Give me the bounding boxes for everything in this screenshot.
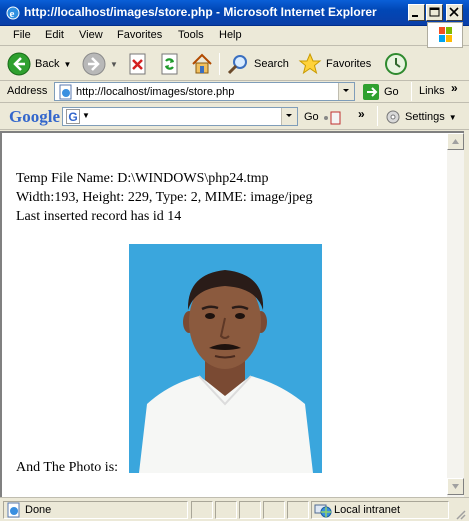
go-button[interactable]: Go — [362, 79, 399, 105]
google-toolbar: Google G ▼ Go » Settings ▼ — [0, 104, 469, 130]
scroll-up-arrow-icon — [452, 139, 459, 144]
address-dropdown-button[interactable] — [338, 83, 354, 100]
settings-gear-icon — [386, 110, 400, 124]
status-text-pane: Done — [3, 501, 188, 519]
back-arrow-icon — [7, 52, 31, 76]
maximize-icon — [429, 7, 440, 17]
windows-flag-icon — [439, 27, 452, 42]
history-icon — [385, 53, 407, 75]
links-chevron-icon[interactable]: » — [451, 81, 458, 95]
google-separator — [377, 106, 378, 126]
status-pane — [191, 501, 213, 519]
photo-caption-text: And The Photo is: — [16, 460, 119, 475]
favorites-star-icon — [298, 52, 322, 75]
google-logo[interactable]: Google — [9, 107, 60, 127]
standard-toolbar: Back ▼ ▼ Search Favorites — [0, 47, 469, 81]
address-label: Address — [7, 85, 48, 97]
back-button[interactable]: Back ▼ — [7, 51, 71, 77]
go-arrow-icon — [363, 84, 379, 100]
google-more-chevron-icon[interactable]: » — [358, 107, 365, 121]
toolbar-separator — [219, 53, 220, 75]
refresh-icon — [161, 53, 178, 75]
page-content: Temp File Name: D:\WINDOWS\php24.tmp Wid… — [0, 131, 447, 497]
windows-logo — [427, 22, 463, 48]
status-bar: Done Local intranet — [0, 497, 469, 521]
scroll-down-arrow-icon — [452, 484, 459, 489]
address-bar: Address http://localhost/images/store.ph… — [0, 81, 469, 103]
stop-button[interactable] — [126, 51, 150, 77]
status-pane — [287, 501, 309, 519]
chevron-down-icon — [286, 114, 292, 117]
zone-text: Local intranet — [334, 504, 401, 516]
menu-edit[interactable]: Edit — [45, 29, 64, 41]
back-label: Back — [35, 58, 60, 70]
history-button[interactable] — [384, 51, 408, 77]
scroll-up-button[interactable] — [447, 133, 464, 150]
uploaded-photo — [129, 244, 322, 473]
home-icon — [192, 53, 212, 74]
favorites-button[interactable]: Favorites — [298, 51, 371, 77]
settings-button[interactable]: Settings ▼ — [385, 106, 457, 128]
title-bar[interactable]: e http://localhost/images/store.php - Mi… — [0, 0, 469, 26]
menu-favorites[interactable]: Favorites — [117, 29, 162, 41]
forward-arrow-icon — [82, 52, 106, 76]
search-button[interactable]: Search — [226, 51, 289, 77]
close-icon — [449, 7, 459, 17]
forward-dropdown-icon[interactable]: ▼ — [110, 60, 118, 69]
menu-bar: File Edit View Favorites Tools Help — [0, 26, 469, 46]
google-dropdown-button[interactable] — [281, 108, 297, 125]
minimize-icon — [412, 15, 418, 17]
settings-label: Settings — [405, 111, 445, 123]
person-photo-image — [129, 244, 322, 473]
menu-file[interactable]: File — [13, 29, 31, 41]
google-options-icon[interactable] — [321, 109, 341, 127]
temp-file-name-text: Temp File Name: D:\WINDOWS\php24.tmp — [16, 171, 269, 186]
address-input[interactable]: http://localhost/images/store.php — [54, 82, 355, 101]
address-separator — [411, 82, 412, 101]
resize-grip-icon[interactable] — [454, 508, 466, 520]
window-title: http://localhost/images/store.php - Micr… — [24, 5, 377, 19]
links-label[interactable]: Links — [419, 85, 445, 97]
address-url: http://localhost/images/store.php — [76, 86, 235, 98]
page-done-icon — [7, 502, 20, 518]
g-dropdown-icon[interactable]: ▼ — [82, 111, 90, 120]
search-label: Search — [254, 58, 289, 70]
record-id-text: Last inserted record has id 14 — [16, 209, 182, 224]
menu-help[interactable]: Help — [219, 29, 242, 41]
status-pane — [215, 501, 237, 519]
stop-icon — [129, 53, 146, 75]
status-text: Done — [25, 504, 52, 516]
svg-text:e: e — [10, 8, 15, 20]
home-button[interactable] — [190, 51, 214, 77]
forward-button[interactable]: ▼ — [82, 51, 118, 77]
minimize-button[interactable] — [408, 4, 425, 21]
menu-tools[interactable]: Tools — [178, 29, 204, 41]
status-pane — [263, 501, 285, 519]
settings-dropdown-icon: ▼ — [448, 112, 457, 122]
status-pane — [239, 501, 261, 519]
go-label: Go — [384, 86, 399, 98]
maximize-button[interactable] — [426, 4, 443, 21]
close-button[interactable] — [446, 4, 463, 21]
scroll-down-button[interactable] — [447, 478, 464, 495]
google-go-button[interactable]: Go — [304, 111, 319, 123]
google-g-icon[interactable]: G — [66, 109, 80, 124]
page-icon — [59, 84, 72, 100]
google-search-input[interactable]: G ▼ — [62, 107, 298, 126]
image-info-text: Width:193, Height: 229, Type: 2, MIME: i… — [16, 190, 313, 205]
zone-pane: Local intranet — [311, 501, 449, 519]
chevron-down-icon — [343, 89, 349, 92]
vertical-scrollbar[interactable] — [447, 131, 464, 497]
favorites-label: Favorites — [326, 58, 372, 70]
ie-logo-icon: e — [6, 6, 20, 20]
menu-view[interactable]: View — [79, 29, 103, 41]
back-dropdown-icon[interactable]: ▼ — [63, 60, 71, 69]
local-intranet-icon — [314, 504, 332, 518]
search-icon — [227, 55, 247, 75]
refresh-button[interactable] — [158, 51, 182, 77]
